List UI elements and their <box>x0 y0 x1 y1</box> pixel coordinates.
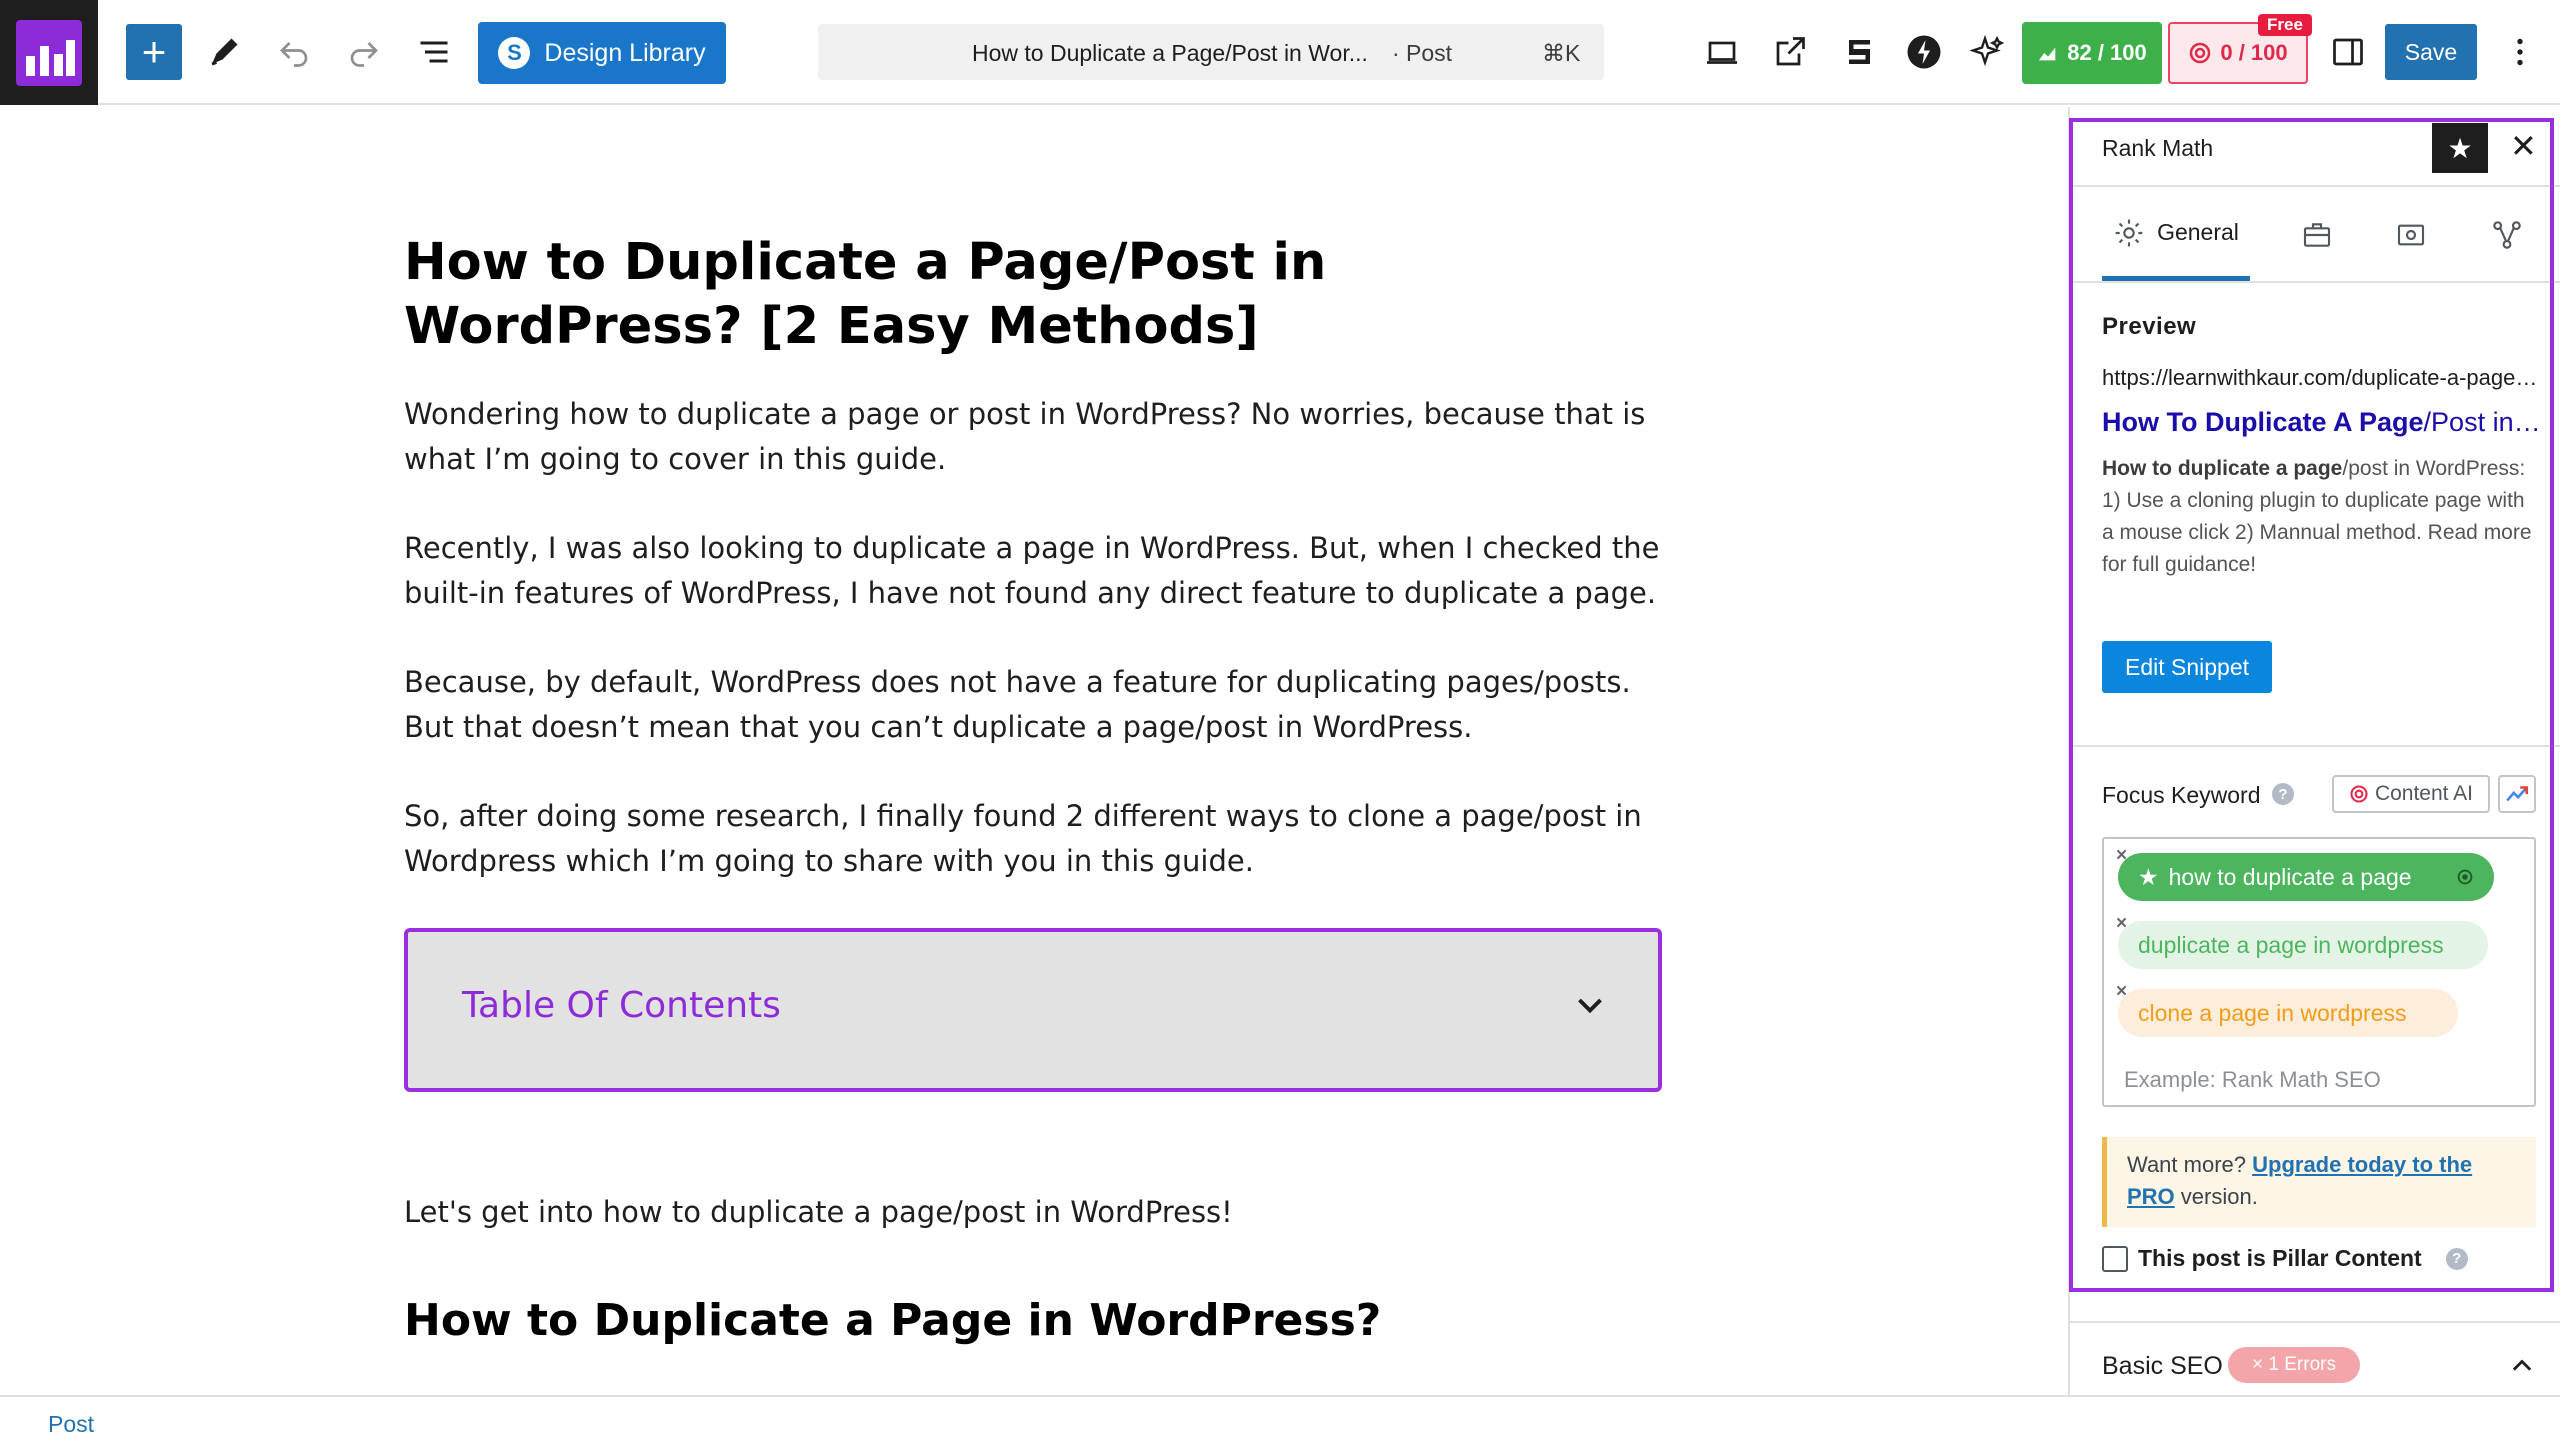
edit-snippet-button[interactable]: Edit Snippet <box>2102 641 2272 693</box>
keyword-tag-primary[interactable]: ★ how to duplicate a page <box>2118 853 2494 901</box>
toc-title: Table Of Contents <box>462 985 781 1026</box>
editor-toolbar: + S Design Library How to Duplicate a Pa… <box>0 0 2560 105</box>
tab-social[interactable] <box>2472 189 2542 281</box>
sidebar-title: Rank Math <box>2102 135 2214 161</box>
redo-icon[interactable] <box>336 24 392 80</box>
pillar-content-checkbox[interactable] <box>2102 1245 2128 1272</box>
content-ai-icon <box>2190 42 2211 64</box>
spectra-icon[interactable] <box>1896 24 1952 80</box>
stackable-icon: S <box>498 37 531 69</box>
snippet-description: How to duplicate a page/post in WordPres… <box>2102 457 2532 576</box>
add-block-button[interactable]: + <box>126 24 182 80</box>
pin-star-icon[interactable]: ★ <box>2432 123 2488 173</box>
briefcase-icon <box>2303 223 2331 247</box>
focus-keyword-input[interactable]: × ★ how to duplicate a page × duplicate … <box>2102 837 2536 1107</box>
sidebar-toggle-icon[interactable] <box>2320 24 2376 80</box>
block-breadcrumb-bar: Post <box>0 1395 2560 1449</box>
share-icon <box>2493 221 2521 249</box>
preview-label: Preview <box>2102 313 2197 340</box>
document-bar[interactable]: How to Duplicate a Page/Post in Wor... ·… <box>818 24 1604 80</box>
breadcrumb-post[interactable]: Post <box>48 1411 94 1438</box>
star-icon: ★ <box>2138 863 2159 890</box>
sidebar-tabs: General <box>2070 189 2560 283</box>
more-options-icon[interactable] <box>2492 24 2548 80</box>
save-button[interactable]: Save <box>2385 24 2477 80</box>
gear-icon <box>2115 219 2143 246</box>
divider <box>2070 1321 2560 1323</box>
paragraph-block[interactable]: Let's get into how to duplicate a page/p… <box>404 1190 1664 1235</box>
free-badge: Free <box>2258 14 2312 36</box>
stackable-settings-icon[interactable] <box>1830 24 1886 80</box>
rank-math-icon <box>2039 47 2056 61</box>
paragraph-block[interactable]: Recently, I was also looking to duplicat… <box>404 526 1664 616</box>
document-title: How to Duplicate a Page/Post in Wor... <box>972 40 1368 66</box>
heading-block[interactable]: How to Duplicate a Page in WordPress? <box>404 1295 1381 1346</box>
upgrade-notice: Want more? Upgrade today to the PRO vers… <box>2102 1137 2536 1227</box>
divider <box>2070 745 2560 747</box>
tab-schema[interactable] <box>2376 189 2446 281</box>
site-logo-icon <box>16 19 82 86</box>
refresh-icon[interactable] <box>2454 866 2476 888</box>
tab-advanced[interactable] <box>2282 189 2352 281</box>
seo-score-button[interactable]: 82 / 100 <box>2022 22 2162 84</box>
help-icon[interactable]: ? <box>2445 1247 2468 1270</box>
trends-icon[interactable] <box>2498 775 2536 813</box>
pillar-content-checkbox-row[interactable]: This post is Pillar Content ? <box>2102 1245 2468 1272</box>
tab-general[interactable]: General <box>2102 189 2250 281</box>
chevron-up-icon[interactable] <box>2508 1351 2536 1379</box>
edit-tools-icon[interactable] <box>196 24 252 80</box>
document-type: · Post <box>1392 40 1453 66</box>
table-of-contents-block[interactable]: Table Of Contents <box>404 928 1662 1092</box>
errors-badge: × 1 Errors <box>2228 1347 2360 1383</box>
ai-sparkle-icon[interactable] <box>1960 24 2016 80</box>
focus-keyword-label: Focus Keyword <box>2102 782 2261 808</box>
document-overview-icon[interactable] <box>406 24 462 80</box>
command-shortcut: ⌘K <box>1542 40 1581 66</box>
basic-seo-heading[interactable]: Basic SEO <box>2102 1352 2223 1381</box>
content-ai-icon <box>2350 785 2368 803</box>
schema-icon <box>2397 224 2425 246</box>
site-logo[interactable] <box>0 0 98 105</box>
design-library-button[interactable]: S Design Library <box>478 22 726 84</box>
snippet-title: How To Duplicate A Page/Post in WordPres… <box>2102 407 2542 437</box>
paragraph-block[interactable]: So, after doing some research, I finally… <box>404 794 1664 884</box>
chevron-down-icon[interactable] <box>1572 988 1608 1024</box>
keyword-tag[interactable]: duplicate a page in wordpress <box>2118 921 2488 969</box>
view-post-icon[interactable] <box>1762 24 1818 80</box>
help-icon[interactable]: ? <box>2272 783 2294 805</box>
keyword-placeholder: Example: Rank Math SEO <box>2124 1067 2381 1092</box>
content-ai-button[interactable]: Content AI <box>2332 775 2490 813</box>
post-title[interactable]: How to Duplicate a Page/Post in WordPres… <box>404 231 1664 359</box>
sidebar-header: Rank Math ★ ✕ <box>2070 107 2560 187</box>
undo-icon[interactable] <box>266 24 322 80</box>
editor-canvas: How to Duplicate a Page/Post in WordPres… <box>0 107 2068 1395</box>
keyword-tag[interactable]: clone a page in wordpress <box>2118 989 2458 1037</box>
snippet-url: https://learnwithkaur.com/duplicate-a-pa… <box>2102 365 2542 390</box>
paragraph-block[interactable]: Because, by default, WordPress does not … <box>404 660 1664 750</box>
paragraph-block[interactable]: Wondering how to duplicate a page or pos… <box>404 392 1664 482</box>
close-icon[interactable]: ✕ <box>2510 127 2537 165</box>
preview-device-icon[interactable] <box>1694 24 1750 80</box>
rank-math-sidebar: Rank Math ★ ✕ General Preview https://le… <box>2068 107 2560 1395</box>
